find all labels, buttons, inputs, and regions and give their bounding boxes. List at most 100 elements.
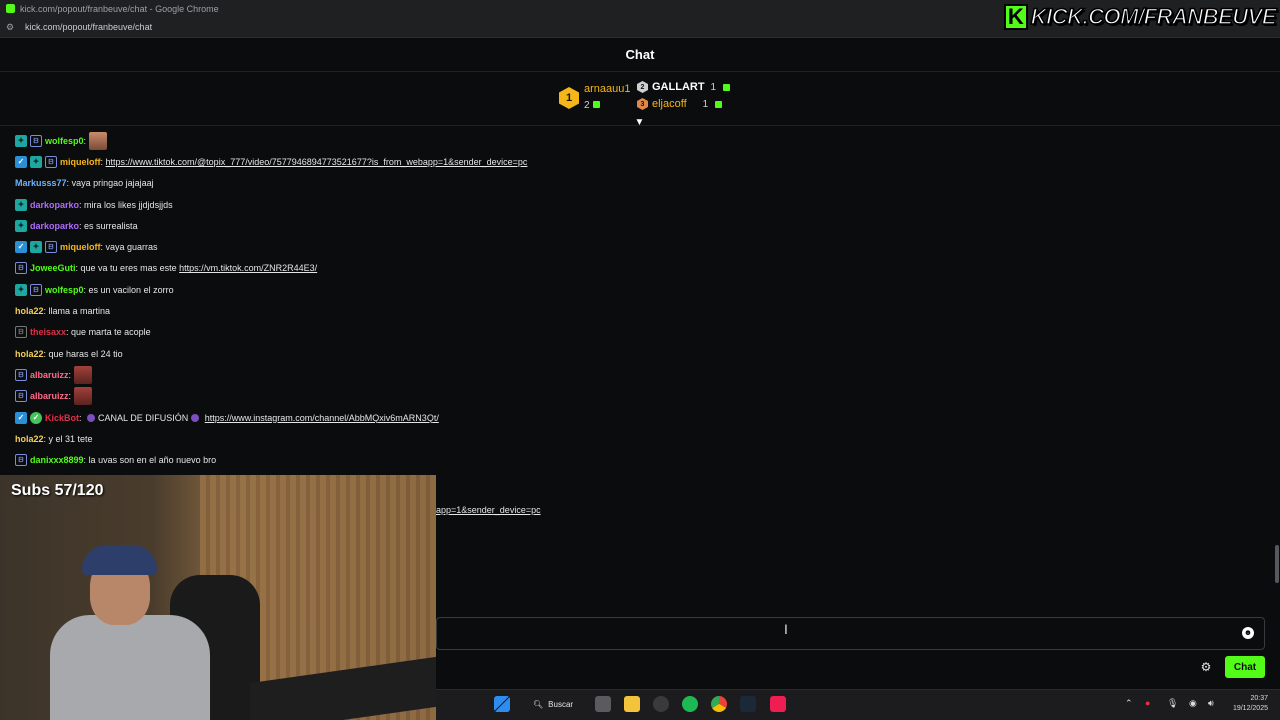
kick-channel-logo: K KICK.COM/FRANBEUVE bbox=[1003, 3, 1277, 30]
vip-badge-icon: ✓ bbox=[15, 241, 27, 254]
message-text: CANAL DE DIFUSIÓN bbox=[98, 412, 189, 423]
message-username[interactable]: albaruizz bbox=[30, 391, 69, 401]
message-username[interactable]: theisaxx bbox=[30, 327, 66, 337]
leaderboard-first[interactable]: 1 arnaauu1 2 bbox=[559, 83, 631, 113]
og-badge-icon: ᗷ bbox=[15, 454, 27, 467]
kick-logo-text: KICK.COM/FRANBEUVE bbox=[1030, 3, 1277, 30]
taskbar-clock[interactable]: 20:37 19/12/2025 bbox=[1226, 694, 1268, 714]
message-username[interactable]: darkoparko bbox=[30, 221, 79, 231]
message-username[interactable]: hola22 bbox=[15, 349, 44, 359]
message-text: es surrealista bbox=[84, 220, 138, 231]
clock-date: 19/12/2025 bbox=[1232, 705, 1268, 712]
gift-leaderboard: 1 arnaauu1 2 2 GALLART 1 3 eljacoff 1 ▼ bbox=[0, 72, 1280, 128]
app-icon[interactable] bbox=[653, 696, 669, 712]
message-username[interactable]: albaruizz bbox=[30, 370, 69, 380]
microphone-icon[interactable]: 🎙︎ bbox=[1167, 698, 1178, 709]
message-username[interactable]: KickBot bbox=[45, 413, 79, 423]
message-username[interactable]: miqueloff bbox=[60, 157, 101, 167]
message-username[interactable]: wolfesp0 bbox=[45, 136, 84, 146]
clock-time: 20:37 bbox=[1250, 695, 1268, 702]
wifi-icon[interactable]: ◉ bbox=[1189, 698, 1197, 709]
chat-message: ᗷ theisaxx: que marta te acople bbox=[15, 322, 1265, 343]
leaderboard-third[interactable]: 3 eljacoff 1 bbox=[637, 98, 723, 110]
emoji-picker-icon[interactable]: ☻ bbox=[1242, 627, 1254, 639]
chat-message-input[interactable]: ☻ bbox=[436, 617, 1265, 650]
og-badge-icon: ᗷ bbox=[45, 241, 57, 254]
cap bbox=[82, 545, 157, 575]
tray-app-icon[interactable]: ● bbox=[1145, 698, 1150, 708]
subs-goal-text: Subs 57/120 bbox=[11, 482, 104, 499]
site-info-icon[interactable]: ⚙ bbox=[6, 22, 16, 32]
volume-icon[interactable]: 🔊︎ bbox=[1208, 698, 1214, 709]
chat-message: ᗷ albaruizz: bbox=[15, 386, 1265, 407]
chrome-icon[interactable] bbox=[711, 696, 727, 712]
chat-message: hola22: que haras el 24 tio bbox=[15, 348, 123, 359]
vip-badge-icon: ✓ bbox=[15, 411, 27, 424]
hoodie bbox=[50, 615, 210, 720]
message-username[interactable]: JoweeGuti bbox=[30, 263, 76, 273]
chat-message: ✦ ᗷ wolfesp0: bbox=[15, 130, 1265, 151]
gift-icon bbox=[723, 83, 731, 91]
gold-medal-icon: 1 bbox=[559, 87, 579, 109]
message-username[interactable]: hola22 bbox=[15, 306, 44, 316]
message-link-partial[interactable]: app=1&sender_device=pc bbox=[436, 505, 541, 515]
emote-image bbox=[73, 387, 92, 406]
message-text: y el 31 tete bbox=[48, 433, 93, 444]
og-badge-icon: ᗷ bbox=[45, 155, 57, 168]
chat-message: ᗷ albaruizz: bbox=[15, 364, 1265, 385]
message-username[interactable]: Markusss77 bbox=[15, 178, 67, 188]
chat-message: ✓ ✦ ᗷ miqueloff: https://www.tiktok.com/@t… bbox=[15, 151, 1265, 172]
taskbar-search-label: Buscar bbox=[548, 699, 574, 709]
steam-icon[interactable] bbox=[740, 696, 756, 712]
task-view-icon[interactable] bbox=[595, 696, 611, 712]
file-explorer-icon[interactable] bbox=[624, 696, 640, 712]
og-badge-icon: ᗷ bbox=[30, 134, 42, 147]
message-text: mira los likes jjdjdsjjds bbox=[84, 199, 173, 210]
subscriber-badge-icon: ✦ bbox=[15, 283, 27, 296]
tray-chevron-icon[interactable]: ⌃ bbox=[1125, 698, 1133, 709]
message-username[interactable]: hola22 bbox=[15, 434, 44, 444]
verified-badge-icon: ✓ bbox=[30, 411, 42, 424]
message-link[interactable]: https://vm.tiktok.com/ZNR2R44E3/ bbox=[179, 263, 317, 273]
streamer bbox=[50, 535, 210, 720]
chat-message: ✦ darkoparko: mira los likes jjdjdsjjds bbox=[15, 194, 1265, 215]
chat-message-list[interactable]: ✦ ᗷ wolfesp0: ✓ ✦ ᗷ miqueloff: https://www.… bbox=[15, 130, 1265, 471]
chat-header: Chat bbox=[0, 38, 1280, 72]
send-chat-button[interactable]: Chat bbox=[1225, 656, 1265, 678]
message-username[interactable]: wolfesp0 bbox=[45, 285, 84, 295]
purple-emote-icon bbox=[87, 413, 96, 422]
message-text: la uvas son en el año nuevo bro bbox=[88, 455, 217, 466]
og-badge-icon: ᗷ bbox=[15, 368, 27, 381]
chat-settings-gear-icon[interactable]: ⚙ bbox=[1199, 660, 1213, 674]
message-username[interactable]: darkoparko bbox=[30, 200, 79, 210]
message-link[interactable]: https://www.instagram.com/channel/AbbMQx… bbox=[205, 413, 439, 423]
message-link[interactable]: https://www.tiktok.com/@topix_777/video/… bbox=[106, 157, 528, 167]
chat-message: ✓ ✦ ᗷ miqueloff: vaya guarras bbox=[15, 236, 1265, 257]
message-text: vaya pringao jajajaaj bbox=[71, 178, 154, 189]
kick-logo-letter: K bbox=[1003, 3, 1028, 30]
og-badge-icon: ᗷ bbox=[15, 326, 27, 339]
gift-icon bbox=[592, 101, 600, 108]
url-text[interactable]: kick.com/popout/franbeuve/chat bbox=[25, 22, 152, 32]
message-username[interactable]: danixxx8899 bbox=[30, 455, 84, 465]
message-username[interactable]: miqueloff bbox=[60, 242, 101, 252]
chat-message: ✓ ✓ KickBot: CANAL DE DIFUSIÓN https://ww… bbox=[15, 407, 1265, 428]
chat-scrollbar[interactable] bbox=[1275, 545, 1279, 583]
taskbar-search[interactable]: 🔍︎ Buscar bbox=[533, 696, 573, 712]
collapse-leaderboard-icon[interactable]: ▼ bbox=[633, 118, 646, 128]
text-cursor-icon: I bbox=[784, 621, 788, 637]
message-text: es un vacilon el zorro bbox=[88, 284, 174, 295]
kick-favicon-icon bbox=[6, 4, 15, 13]
webcam-overlay: Subs 57/120 bbox=[0, 475, 436, 720]
og-badge-icon: ᗷ bbox=[15, 390, 27, 403]
og-badge-icon: ᗷ bbox=[30, 283, 42, 296]
chat-message: ✦ ᗷ wolfesp0: es un vacilon el zorro bbox=[15, 279, 1265, 300]
windows-start-icon[interactable] bbox=[494, 696, 510, 712]
subscriber-badge-icon: ✦ bbox=[30, 241, 42, 254]
tiktok-icon[interactable] bbox=[770, 696, 786, 712]
message-text: que va tu eres mas este bbox=[80, 263, 177, 274]
spotify-icon[interactable] bbox=[682, 696, 698, 712]
chat-message: ᗷ JoweeGuti: que va tu eres mas este htt… bbox=[15, 258, 1265, 279]
chat-message: hola22: llama a martina bbox=[15, 306, 111, 317]
leaderboard-second[interactable]: 2 GALLART 1 bbox=[637, 81, 731, 93]
